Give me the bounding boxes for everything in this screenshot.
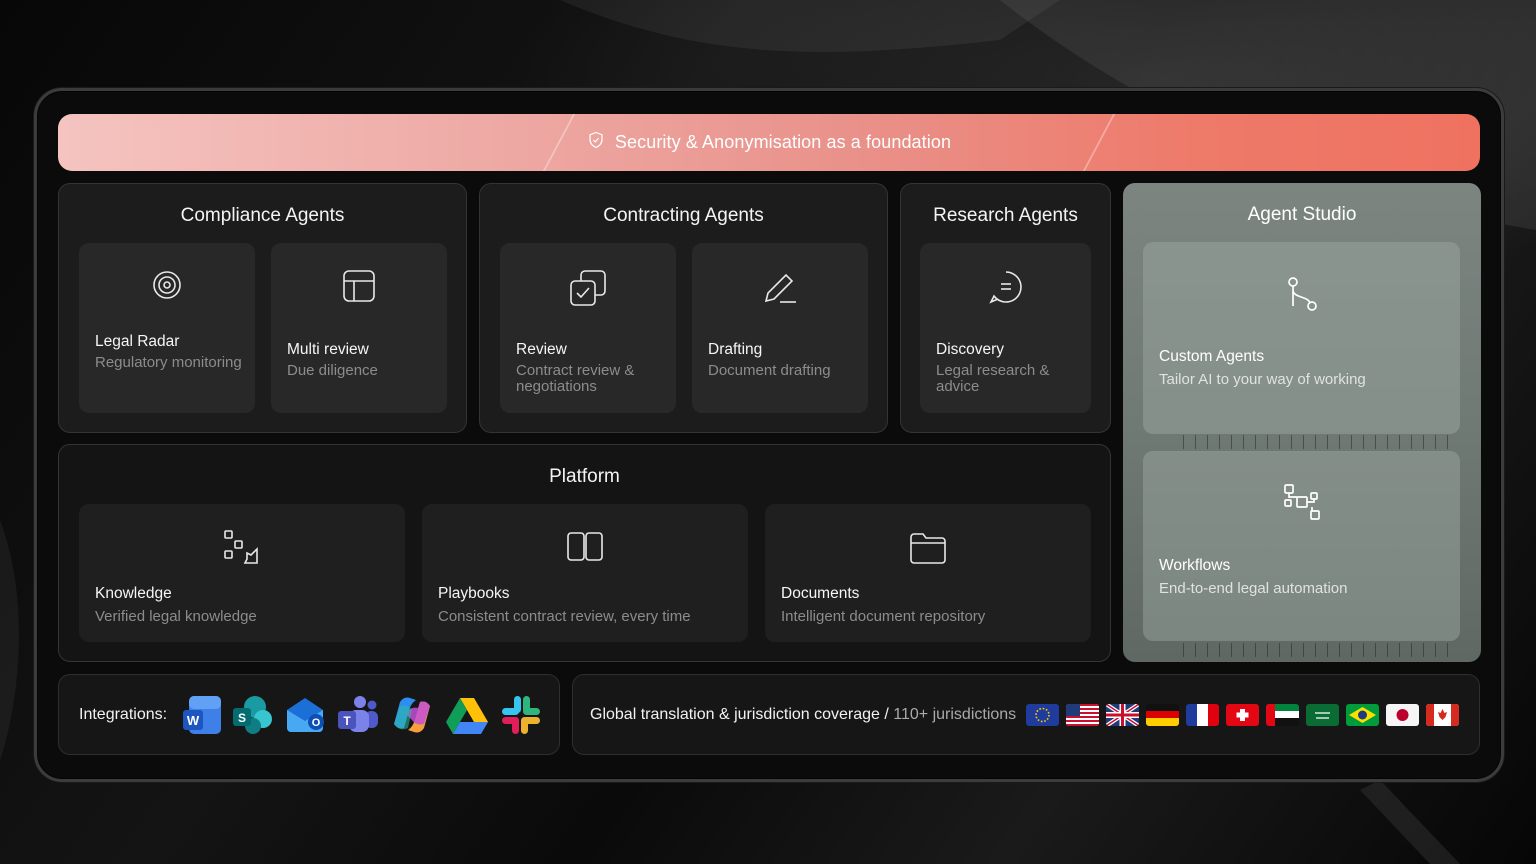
svg-text:T: T	[343, 714, 351, 728]
research-agents-panel: Research Agents Discovery Legal research…	[900, 183, 1111, 433]
security-banner: Security & Anonymisation as a foundation	[58, 114, 1480, 171]
platform-panel: Platform Knowledge Verified legal knowle…	[58, 444, 1111, 662]
panel-title: Contracting Agents	[603, 205, 764, 226]
knowledge-card[interactable]: Knowledge Verified legal knowledge	[79, 504, 405, 642]
jurisdiction-count: 110+ jurisdictions	[893, 706, 1017, 723]
card-name: Review	[516, 341, 567, 358]
fr-flag-icon	[1186, 704, 1219, 726]
card-name: Discovery	[936, 341, 1005, 358]
git-branch-icon	[1284, 276, 1320, 317]
svg-text:S: S	[238, 711, 246, 725]
card-name: Documents	[781, 585, 860, 602]
teams-icon[interactable]: T	[337, 694, 378, 736]
svg-text:O: O	[312, 717, 321, 729]
checkbox-copy-icon	[569, 269, 607, 312]
playbooks-card[interactable]: Playbooks Consistent contract review, ev…	[422, 504, 748, 642]
contracting-agents-panel: Contracting Agents Review Contract revie…	[479, 183, 888, 433]
card-desc: Verified legal knowledge	[95, 608, 257, 625]
jp-flag-icon	[1386, 704, 1419, 726]
coverage-label: Global translation & jurisdiction covera…	[590, 706, 889, 723]
ch-flag-icon	[1226, 704, 1259, 726]
card-name: Playbooks	[438, 585, 510, 602]
legal-radar-card[interactable]: Legal Radar Regulatory monitoring	[79, 243, 255, 413]
card-desc: End-to-end legal automation	[1159, 580, 1348, 597]
card-name: Drafting	[708, 341, 763, 358]
review-card[interactable]: Review Contract review & negotiations	[500, 243, 676, 413]
card-name: Custom Agents	[1159, 348, 1265, 365]
card-desc: Consistent contract review, every time	[438, 608, 691, 625]
workflows-card[interactable]: Workflows End-to-end legal automation	[1143, 451, 1460, 641]
sharepoint-icon[interactable]: S	[233, 694, 273, 736]
uk-flag-icon	[1106, 704, 1139, 726]
google-drive-icon[interactable]	[445, 694, 488, 736]
outlook-icon[interactable]: O	[283, 694, 324, 736]
card-desc: Tailor AI to your way of working	[1159, 371, 1366, 388]
card-name: Multi review	[287, 341, 369, 358]
ae-flag-icon	[1266, 704, 1299, 726]
discovery-card[interactable]: Discovery Legal research & advice	[920, 243, 1091, 413]
card-name: Workflows	[1159, 557, 1231, 574]
card-desc: Intelligent document repository	[781, 608, 986, 625]
panel-title: Platform	[549, 466, 620, 487]
eu-flag-icon	[1026, 704, 1059, 726]
card-desc: Legal research & advice	[936, 362, 1050, 395]
panel-title: Compliance Agents	[180, 205, 345, 226]
radar-target-icon	[151, 269, 183, 306]
panel-title: Agent Studio	[1247, 204, 1357, 225]
knowledge-nodes-icon	[223, 529, 261, 572]
banner-text: Security & Anonymisation as a foundation	[614, 132, 952, 152]
chat-bubble-icon	[988, 269, 1024, 310]
panel-title: Research Agents	[933, 205, 1078, 226]
card-desc: Due diligence	[287, 362, 378, 379]
us-flag-icon	[1066, 704, 1099, 726]
integrations-bar: Integrations: W S O T	[58, 674, 560, 755]
slack-icon[interactable]	[500, 694, 540, 736]
documents-card[interactable]: Documents Intelligent document repositor…	[765, 504, 1091, 642]
card-name: Legal Radar	[95, 333, 180, 350]
grid-layout-icon	[342, 269, 376, 308]
copilot-icon[interactable]	[390, 694, 430, 736]
br-flag-icon	[1346, 704, 1379, 726]
drafting-card[interactable]: Drafting Document drafting	[692, 243, 868, 413]
svg-text:W: W	[187, 713, 200, 728]
card-desc: Document drafting	[708, 362, 831, 379]
de-flag-icon	[1146, 704, 1179, 726]
decor-stripes	[1183, 643, 1451, 657]
folder-icon	[909, 531, 947, 570]
open-book-icon	[566, 531, 604, 568]
agent-studio-panel: Agent Studio Custom Agents Tailor AI to …	[1123, 183, 1481, 662]
multi-review-card[interactable]: Multi review Due diligence	[271, 243, 447, 413]
card-desc: Regulatory monitoring	[95, 354, 242, 371]
decor-stripes	[1183, 435, 1451, 449]
sa-flag-icon	[1306, 704, 1339, 726]
ca-flag-icon	[1426, 704, 1459, 726]
compliance-agents-panel: Compliance Agents Legal Radar Regulatory…	[58, 183, 467, 433]
integrations-label: Integrations:	[79, 706, 168, 723]
coverage-text: Global translation & jurisdiction covera…	[590, 706, 1016, 724]
pencil-icon	[762, 269, 798, 310]
card-name: Knowledge	[95, 585, 172, 602]
workflow-icon	[1283, 483, 1321, 526]
custom-agents-card[interactable]: Custom Agents Tailor AI to your way of w…	[1143, 242, 1460, 434]
coverage-bar: Global translation & jurisdiction covera…	[572, 674, 1480, 755]
card-desc: Contract review & negotiations	[516, 362, 635, 395]
shield-check-icon	[587, 131, 605, 154]
word-icon[interactable]: W	[183, 694, 223, 736]
